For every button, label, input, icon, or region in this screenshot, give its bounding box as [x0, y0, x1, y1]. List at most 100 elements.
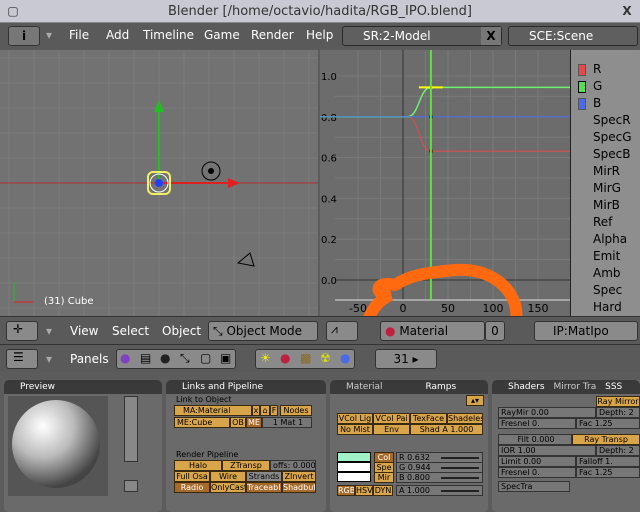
texture-context-icon[interactable]: ▩ — [300, 351, 311, 365]
fake-user-button[interactable]: F — [270, 405, 278, 416]
mirror-fac-slider[interactable]: Fac 1.25 — [576, 418, 640, 429]
editing-context-icon[interactable]: ▢ — [200, 351, 211, 365]
material-name-field[interactable]: MA:Material — [174, 405, 252, 416]
strands-button[interactable]: Strands — [246, 471, 282, 482]
channel-color-r[interactable] — [578, 64, 586, 76]
menu-view[interactable]: View — [70, 324, 98, 338]
tab-mirror-transp[interactable]: Mirror Tra — [547, 382, 596, 392]
channel-mirg[interactable]: MirG — [593, 181, 621, 195]
menu-add[interactable]: Add — [106, 28, 129, 42]
lamp-context-icon[interactable]: ☀ — [260, 351, 271, 365]
channel-r[interactable]: R — [593, 62, 601, 76]
full-osa-button[interactable]: Full Osa — [174, 471, 210, 482]
zinvert-button[interactable]: ZInvert — [282, 471, 316, 482]
shading-context-icon[interactable]: ● — [160, 351, 170, 365]
channel-b[interactable]: B — [593, 96, 601, 110]
link-ob-button[interactable]: OB — [230, 417, 246, 428]
ipo-block-selector[interactable]: IP:MatIpo — [534, 321, 638, 341]
halo-button[interactable]: Halo — [174, 460, 222, 471]
material-index-field[interactable]: 0 — [485, 321, 505, 341]
channel-specg[interactable]: SpecG — [593, 130, 632, 144]
zoffset-field[interactable]: offs: 0.000 — [270, 460, 316, 471]
screen-delete-button[interactable]: X — [481, 27, 501, 45]
ray-mirror-button[interactable]: Ray Mirror — [596, 396, 640, 407]
transp-fresnel-slider[interactable]: Fresnel 0. — [498, 467, 576, 478]
editor-type-buttons-button[interactable]: ☰ — [6, 349, 38, 369]
collapse-header-icon[interactable]: ▾ — [46, 324, 52, 338]
mesh-name-field[interactable]: ME:Cube — [174, 417, 230, 428]
vcol-light-button[interactable]: VCol Lig — [337, 413, 373, 424]
preview-options-button[interactable] — [124, 480, 138, 492]
shadeless-button[interactable]: Shadeles — [447, 413, 483, 424]
menu-select[interactable]: Select — [112, 324, 149, 338]
material-context-icon[interactable]: ● — [280, 351, 290, 365]
tab-material[interactable]: Material — [330, 382, 383, 392]
mirror-swatch[interactable] — [337, 472, 371, 482]
menu-object[interactable]: Object — [162, 324, 201, 338]
current-frame-field[interactable]: 31 ▸ — [375, 349, 437, 369]
ztransp-button[interactable]: ZTransp — [222, 460, 270, 471]
hsv-mode-button[interactable]: HSV — [355, 485, 373, 496]
info-editor-type-button[interactable]: i — [8, 26, 40, 46]
editor-type-ipo-button[interactable]: ⩘ — [326, 321, 358, 341]
editor-type-3d-button[interactable]: ✛ — [6, 321, 38, 341]
texface-button[interactable]: TexFace — [410, 413, 447, 424]
window-close-button[interactable]: X — [618, 2, 636, 20]
mode-selector[interactable]: ⤡ Object Mode — [208, 321, 318, 341]
onlycast-button[interactable]: OnlyCast — [210, 482, 246, 493]
spectra-slider[interactable]: SpecTra — [498, 481, 570, 492]
channel-hard[interactable]: Hard — [593, 300, 622, 314]
camera-icon[interactable] — [236, 252, 255, 267]
link-me-button[interactable]: ME — [246, 417, 262, 428]
channel-specb[interactable]: SpecB — [593, 147, 630, 161]
alpha-slider[interactable]: A 1.000 — [396, 485, 483, 496]
fake-user-icon[interactable]: ⌂ — [260, 405, 270, 416]
channel-g[interactable]: G — [593, 79, 602, 93]
channel-specr[interactable]: SpecR — [593, 113, 631, 127]
channel-alpha[interactable]: Alpha — [593, 232, 627, 246]
channel-color-g[interactable] — [578, 81, 586, 93]
ipo-curve-editor[interactable]: 1.0 0.8 0.6 0.4 0.2 0.0 -50 0 50 100 150 — [320, 50, 570, 316]
color-swatch[interactable] — [337, 452, 371, 462]
rgb-mode-button[interactable]: RGB — [337, 485, 355, 496]
tab-ramps[interactable]: Ramps — [385, 382, 456, 392]
filter-field[interactable]: Filt 0.000 — [498, 434, 572, 445]
transp-depth-field[interactable]: Depth: 2 — [596, 445, 640, 456]
shadow-alpha-field[interactable]: Shad A 1.000 — [410, 424, 483, 435]
env-button[interactable]: Env — [373, 424, 410, 435]
unlink-material-button[interactable]: x — [252, 405, 260, 416]
links-panel-title[interactable]: Links and Pipeline — [166, 380, 326, 394]
scene-context-icon[interactable]: ▣ — [220, 351, 231, 365]
menu-render[interactable]: Render — [251, 28, 294, 42]
blue-slider[interactable]: B 0.800 — [396, 472, 483, 483]
radio-button[interactable]: Radio — [174, 482, 210, 493]
scene-selector[interactable]: SCE:Scene — [508, 26, 638, 46]
channel-amb[interactable]: Amb — [593, 266, 621, 280]
material-index-stepper[interactable]: 1 Mat 1 — [262, 417, 312, 428]
channel-spec[interactable]: Spec — [593, 283, 622, 297]
channel-mirb[interactable]: MirB — [593, 198, 620, 212]
mir-button[interactable]: Mir — [374, 472, 394, 483]
script-context-icon[interactable]: ▤ — [140, 351, 151, 365]
vcol-paint-button[interactable]: VCol Pai — [373, 413, 410, 424]
ipo-type-selector[interactable]: ● Material — [380, 321, 485, 341]
panels-menu[interactable]: Panels — [70, 352, 109, 366]
menu-game[interactable]: Game — [204, 28, 240, 42]
menu-help[interactable]: Help — [306, 28, 333, 42]
spec-swatch[interactable] — [337, 462, 371, 472]
menu-timeline[interactable]: Timeline — [143, 28, 194, 42]
collapse-menu-icon[interactable]: ▾ — [46, 28, 52, 42]
channel-ref[interactable]: Ref — [593, 215, 612, 229]
preview-panel-title[interactable]: Preview — [4, 380, 162, 394]
logic-context-icon[interactable]: ● — [120, 351, 130, 365]
ray-transp-button[interactable]: Ray Transp — [572, 434, 640, 445]
no-mist-button[interactable]: No Mist — [337, 424, 373, 435]
world-context-icon[interactable]: ● — [340, 351, 350, 365]
ipo-graph[interactable]: 1.0 0.8 0.6 0.4 0.2 0.0 -50 0 50 100 150 — [320, 50, 570, 316]
falloff-slider[interactable]: Falloff 1. — [576, 456, 640, 467]
preview-type-buttons[interactable] — [124, 396, 138, 462]
transp-fac-slider[interactable]: Fac 1.25 — [576, 467, 640, 478]
traceable-button[interactable]: Traceable — [246, 482, 282, 493]
3d-viewport[interactable]: (31) Cube — [0, 50, 318, 316]
wire-button[interactable]: Wire — [210, 471, 246, 482]
